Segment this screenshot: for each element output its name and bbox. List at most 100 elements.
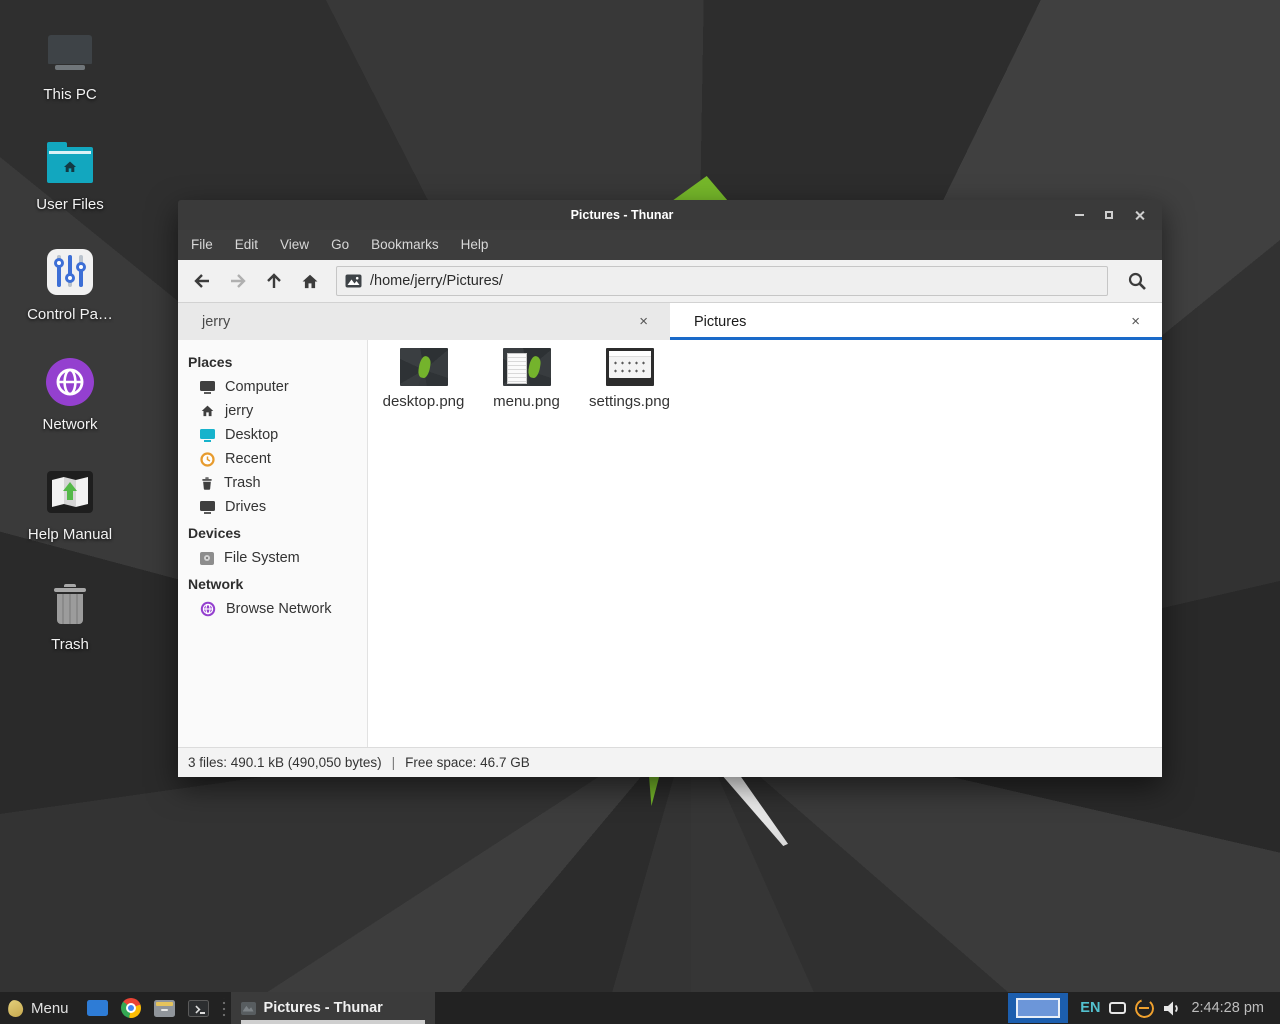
toolbar: /home/jerry/Pictures/ xyxy=(178,260,1162,303)
desktop-shortcut-user-files[interactable]: User Files xyxy=(20,136,120,246)
path-text: /home/jerry/Pictures/ xyxy=(370,273,503,289)
file-name: settings.png xyxy=(589,393,670,410)
file-menu-png[interactable]: menu.png xyxy=(475,346,578,410)
status-bar: 3 files: 490.1 kB (490,050 bytes) | Free… xyxy=(178,747,1162,777)
up-button[interactable] xyxy=(256,264,292,298)
display-tray-icon[interactable] xyxy=(1109,1002,1126,1014)
workspace-switcher[interactable] xyxy=(1008,993,1068,1023)
shortcut-label: This PC xyxy=(43,86,96,103)
forward-button[interactable] xyxy=(220,264,256,298)
shortcut-label: User Files xyxy=(36,196,104,213)
wallpaper-leaf-top xyxy=(672,176,728,201)
desktop-icon xyxy=(200,429,215,442)
terminal-icon[interactable] xyxy=(188,1000,209,1017)
keyboard-layout-indicator[interactable]: EN xyxy=(1080,1000,1100,1016)
trash-icon xyxy=(200,476,214,491)
sidebar-item-recent[interactable]: Recent xyxy=(178,447,367,471)
image-thumbnail xyxy=(503,348,551,386)
active-workspace xyxy=(1016,998,1060,1018)
tab-bar: jerry × Pictures × xyxy=(178,303,1162,340)
file-name: menu.png xyxy=(493,393,560,410)
maximize-button[interactable] xyxy=(1096,203,1122,227)
browse-network-icon xyxy=(200,601,216,617)
task-label: Pictures - Thunar xyxy=(264,1000,383,1016)
tab-close-icon[interactable]: × xyxy=(633,311,654,332)
show-desktop-icon[interactable] xyxy=(87,1000,108,1016)
home-button[interactable] xyxy=(292,264,328,298)
sidebar-header-devices: Devices xyxy=(178,519,367,546)
menu-go[interactable]: Go xyxy=(320,230,360,260)
tab-label: jerry xyxy=(202,314,633,330)
menu-button[interactable]: Menu xyxy=(0,992,79,1024)
wallpaper-leaf-sliver xyxy=(645,776,661,806)
sidebar-item-drives[interactable]: Drives xyxy=(178,495,367,519)
desktop-shortcut-help-manual[interactable]: Help Manual xyxy=(20,466,120,576)
sidebar-item-home[interactable]: jerry xyxy=(178,399,367,423)
sidebar-item-label: Computer xyxy=(225,379,289,395)
sidebar-item-browse-network[interactable]: Browse Network xyxy=(178,597,367,621)
search-button[interactable] xyxy=(1118,264,1156,298)
search-icon xyxy=(1127,271,1147,291)
desktop-shortcut-trash[interactable]: Trash xyxy=(20,576,120,686)
back-icon xyxy=(193,273,211,289)
tab-jerry[interactable]: jerry × xyxy=(178,303,670,340)
home-icon xyxy=(200,404,215,418)
close-icon xyxy=(1134,210,1145,221)
file-system-icon xyxy=(200,552,214,565)
menu-edit[interactable]: Edit xyxy=(224,230,269,260)
menu-bookmarks[interactable]: Bookmarks xyxy=(360,230,450,260)
shortcut-label: Network xyxy=(42,416,97,433)
menu-view[interactable]: View xyxy=(269,230,320,260)
titlebar[interactable]: Pictures - Thunar xyxy=(178,200,1162,230)
minimize-button[interactable] xyxy=(1066,203,1092,227)
shortcut-label: Control Pa… xyxy=(27,306,113,323)
file-desktop-png[interactable]: desktop.png xyxy=(372,346,475,410)
menu-label: Menu xyxy=(31,1000,69,1017)
sidebar-item-label: Desktop xyxy=(225,427,278,443)
sidebar-item-file-system[interactable]: File System xyxy=(178,546,367,570)
sidebar-item-computer[interactable]: Computer xyxy=(178,375,367,399)
recent-clock-icon xyxy=(200,452,215,467)
free-space: Free space: 46.7 GB xyxy=(405,755,530,770)
clock[interactable]: 2:44:28 pm xyxy=(1191,1000,1270,1016)
sidebar: Places Computer jerry Desktop Recent xyxy=(178,340,368,747)
sidebar-item-label: Drives xyxy=(225,499,266,515)
help-manual-icon xyxy=(47,471,93,513)
window-controls xyxy=(1066,203,1162,227)
thunar-task-icon xyxy=(241,1002,256,1015)
desktop-shortcut-network[interactable]: Network xyxy=(20,356,120,466)
sidebar-item-label: File System xyxy=(224,550,300,566)
desktop-shortcut-this-pc[interactable]: This PC xyxy=(20,26,120,136)
taskbar-separator xyxy=(221,998,227,1018)
control-panel-icon xyxy=(47,249,93,295)
sidebar-header-places: Places xyxy=(178,348,367,375)
forward-icon xyxy=(229,273,247,289)
back-button[interactable] xyxy=(184,264,220,298)
volume-icon[interactable] xyxy=(1163,1000,1182,1017)
tab-close-icon[interactable]: × xyxy=(1125,311,1146,332)
path-bar[interactable]: /home/jerry/Pictures/ xyxy=(336,266,1108,296)
menu-file[interactable]: File xyxy=(180,230,224,260)
trash-icon xyxy=(54,584,86,624)
sidebar-item-label: Recent xyxy=(225,451,271,467)
files-summary: 3 files: 490.1 kB (490,050 bytes) xyxy=(188,755,382,770)
shortcut-label: Help Manual xyxy=(28,526,112,543)
file-name: desktop.png xyxy=(383,393,465,410)
close-button[interactable] xyxy=(1126,203,1152,227)
menu-help[interactable]: Help xyxy=(450,230,500,260)
image-file-icon xyxy=(345,274,362,288)
file-manager-icon[interactable] xyxy=(154,1000,175,1017)
thunar-window: Pictures - Thunar File Edit View Go Book… xyxy=(178,200,1162,777)
chrome-icon[interactable] xyxy=(121,998,141,1018)
window-title: Pictures - Thunar xyxy=(178,208,1066,222)
update-manager-icon[interactable] xyxy=(1135,999,1154,1018)
file-settings-png[interactable]: settings.png xyxy=(578,346,681,410)
quick-launch xyxy=(79,998,217,1018)
desktop-shortcut-control-panel[interactable]: Control Pa… xyxy=(20,246,120,356)
task-button-thunar[interactable]: Pictures - Thunar xyxy=(231,992,435,1024)
menubar: File Edit View Go Bookmarks Help xyxy=(178,230,1162,260)
tab-pictures[interactable]: Pictures × xyxy=(670,303,1162,340)
sidebar-item-desktop[interactable]: Desktop xyxy=(178,423,367,447)
taskbar: Menu Pictures - Thunar EN 2:44:28 pm xyxy=(0,992,1280,1024)
sidebar-item-trash[interactable]: Trash xyxy=(178,471,367,495)
